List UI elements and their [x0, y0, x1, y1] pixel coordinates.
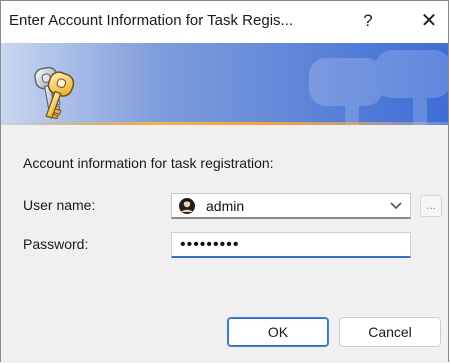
header-banner — [1, 43, 448, 125]
password-mask: ••••••••• — [180, 236, 240, 253]
section-label: Account information for task registratio… — [23, 155, 274, 171]
keys-icon — [34, 66, 75, 119]
window-title: Enter Account Information for Task Regis… — [9, 12, 294, 29]
question-mark-icon: ? — [363, 11, 373, 30]
account-info-dialog: Enter Account Information for Task Regis… — [0, 0, 449, 363]
user-avatar-icon — [179, 198, 195, 214]
ok-button[interactable]: OK — [227, 317, 329, 347]
username-combobox[interactable]: admin — [171, 193, 411, 219]
dialog-content: Account information for task registratio… — [1, 125, 448, 363]
password-field[interactable]: ••••••••• — [171, 232, 411, 258]
title-bar: Enter Account Information for Task Regis… — [1, 1, 448, 43]
username-value: admin — [206, 198, 245, 214]
keys-watermark-icon — [309, 50, 448, 125]
browse-users-button[interactable]: ... — [420, 195, 442, 217]
close-button[interactable]: ✕ — [417, 9, 441, 33]
chevron-down-icon — [390, 202, 402, 210]
cancel-button[interactable]: Cancel — [339, 317, 441, 347]
password-label: Password: — [23, 236, 89, 252]
close-icon: ✕ — [420, 10, 438, 32]
username-label: User name: — [23, 197, 96, 213]
help-button[interactable]: ? — [357, 9, 379, 33]
